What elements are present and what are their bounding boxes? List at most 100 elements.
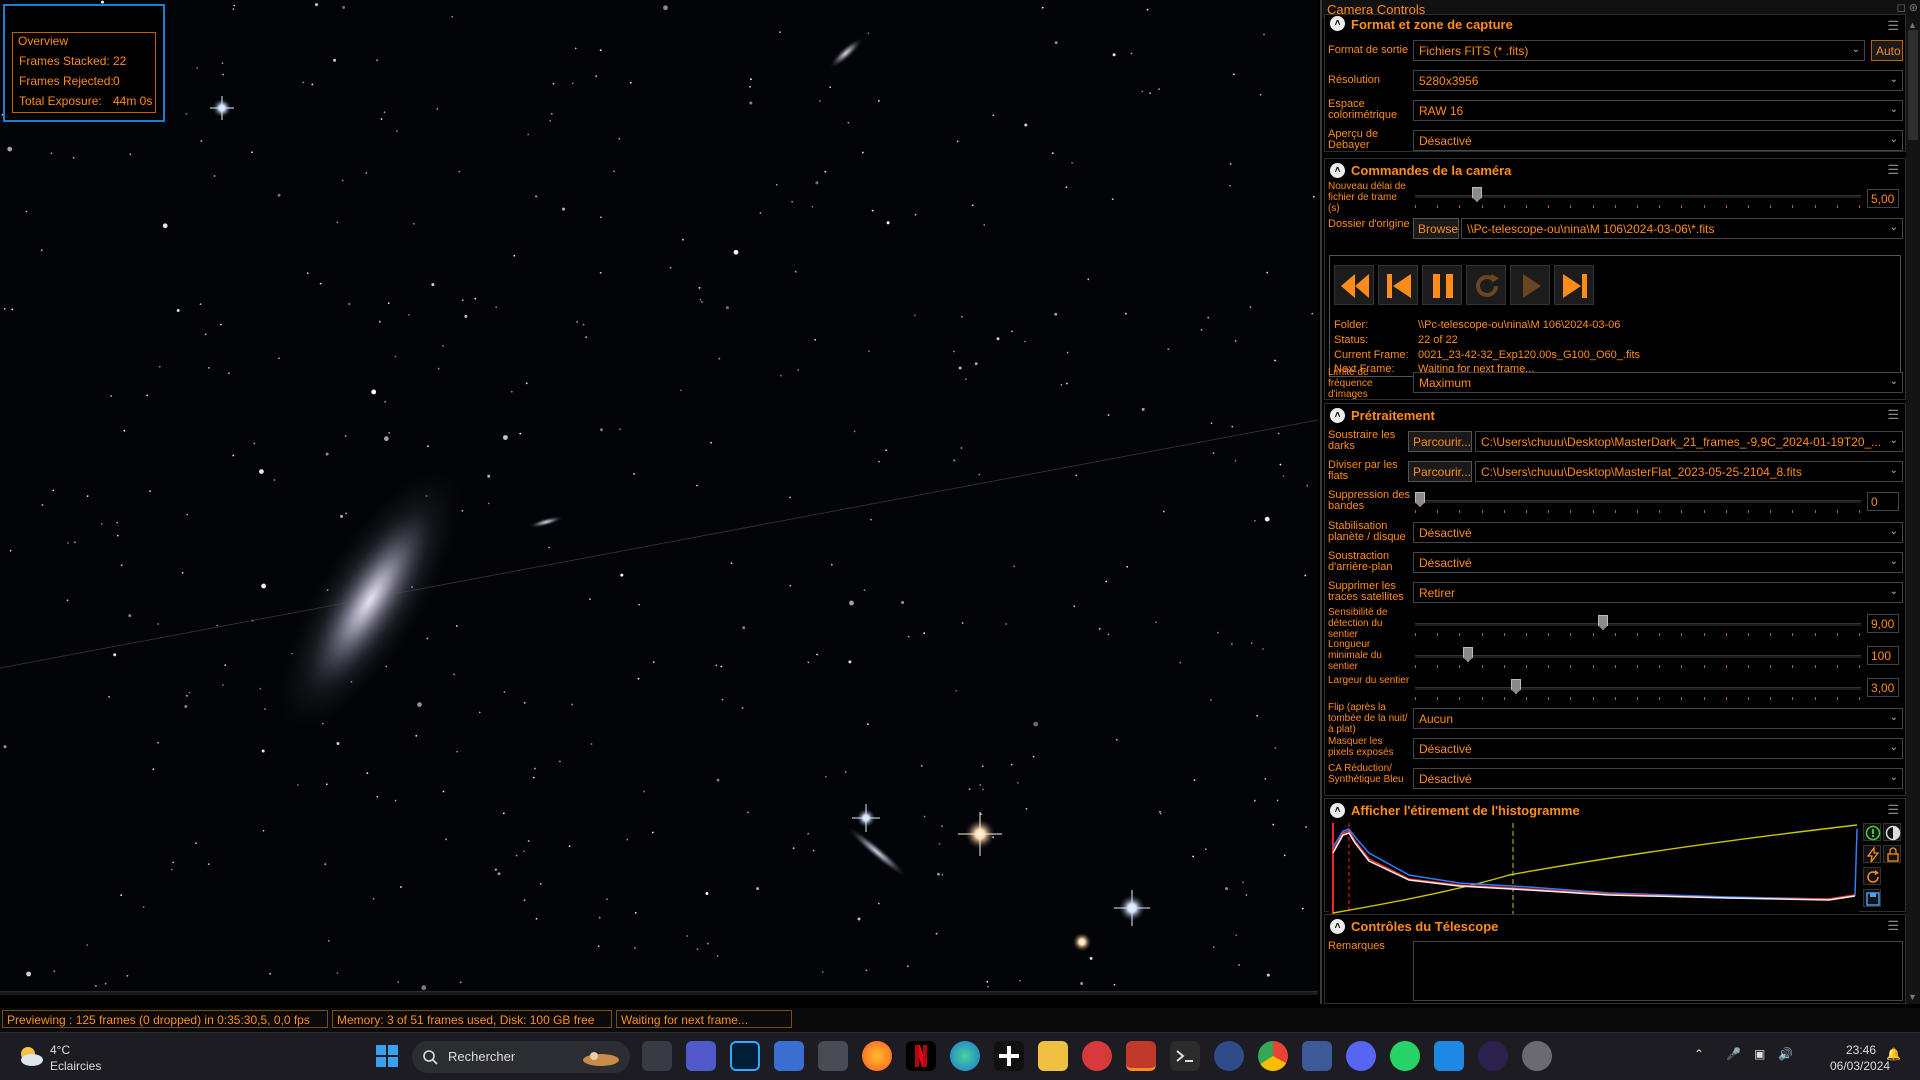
source-folder-select[interactable]: \\Pc-telescope-ou\nina\M 106\2024-03-06\…: [1461, 218, 1903, 239]
slider-thumb[interactable]: [1598, 615, 1608, 630]
rewind-button[interactable]: [1334, 265, 1374, 305]
astro-app-icon[interactable]: [1214, 1041, 1244, 1071]
histogram-lock-button[interactable]: [1883, 845, 1901, 863]
slider-thumb[interactable]: [1415, 492, 1425, 507]
frame-rate-select[interactable]: Maximum ⌄: [1413, 372, 1903, 393]
hot-pixels-select[interactable]: Désactivé ⌄: [1413, 738, 1903, 759]
sharpcap-icon[interactable]: [1126, 1041, 1156, 1071]
scroll-right-icon[interactable]: ▶: [1306, 993, 1314, 995]
camera-section-header[interactable]: ˄ Commandes de la caméra ☰: [1325, 159, 1905, 183]
scroll-left-icon[interactable]: ◀: [4, 993, 12, 995]
preprocessing-section-header[interactable]: ˄ Prétraitement ☰: [1325, 404, 1905, 428]
sensitivity-value[interactable]: 9,00: [1867, 614, 1899, 633]
histogram-flash-button[interactable]: [1863, 845, 1881, 863]
sensitivity-slider[interactable]: [1415, 615, 1861, 637]
flats-browse-button[interactable]: Parcourir...: [1408, 461, 1472, 482]
notification-icon[interactable]: 🔔: [1886, 1047, 1901, 1061]
store-icon[interactable]: [774, 1041, 804, 1071]
trail-width-value[interactable]: 3,00: [1867, 678, 1899, 697]
histogram-plot[interactable]: [1329, 823, 1859, 915]
debayer-select[interactable]: Désactivé ⌄: [1413, 130, 1903, 151]
slider-thumb[interactable]: [1472, 187, 1482, 202]
firefox-icon[interactable]: [862, 1041, 892, 1071]
darks-browse-button[interactable]: Parcourir...: [1408, 431, 1472, 452]
menu-icon[interactable]: ☰: [1887, 18, 1899, 34]
planet-app-icon[interactable]: [1522, 1041, 1552, 1071]
taskbar-search[interactable]: Rechercher: [412, 1041, 630, 1073]
slider-thumb[interactable]: [1463, 647, 1473, 662]
trail-width-slider[interactable]: [1415, 679, 1861, 701]
panel-pin-icon[interactable]: ◻ ⊛: [1897, 1, 1918, 14]
scroll-up-icon[interactable]: ▲: [1908, 20, 1917, 30]
collapse-icon[interactable]: ˄: [1330, 163, 1345, 178]
whatsapp-icon[interactable]: [1390, 1041, 1420, 1071]
plus-app-icon[interactable]: [994, 1041, 1024, 1071]
vnc-icon[interactable]: [1302, 1041, 1332, 1071]
histogram-section-header[interactable]: ˄ Afficher l'étirement de l'histogramme …: [1325, 799, 1905, 823]
collapse-icon[interactable]: ˄: [1330, 408, 1345, 423]
satellite-select[interactable]: Retirer ⌄: [1413, 582, 1903, 603]
network-icon[interactable]: ▣: [1754, 1047, 1765, 1061]
colorspace-select[interactable]: RAW 16 ⌄: [1413, 100, 1903, 121]
menu-icon[interactable]: ☰: [1887, 407, 1899, 423]
ca-reduction-select[interactable]: Désactivé ⌄: [1413, 768, 1903, 789]
volume-icon[interactable]: 🔊: [1778, 1047, 1793, 1061]
slider-thumb[interactable]: [1511, 679, 1521, 694]
calculator-icon[interactable]: [818, 1041, 848, 1071]
file-explorer-icon[interactable]: [1038, 1041, 1068, 1071]
photoshop-icon[interactable]: [730, 1041, 760, 1071]
frame-delay-slider[interactable]: [1415, 187, 1861, 209]
histogram-reset-button[interactable]: [1863, 867, 1881, 885]
menu-icon[interactable]: ☰: [1887, 162, 1899, 178]
netflix-icon[interactable]: [906, 1041, 936, 1071]
scroll-thumb[interactable]: [1908, 30, 1918, 140]
frame-delay-value[interactable]: 5,00: [1867, 189, 1899, 208]
terminal-icon[interactable]: [1170, 1041, 1200, 1071]
edge-icon[interactable]: [950, 1041, 980, 1071]
histogram-save-button[interactable]: [1863, 889, 1881, 907]
task-view-icon[interactable]: [642, 1041, 672, 1071]
format-section-header[interactable]: ˄ Format et zone de capture ☰: [1325, 15, 1905, 39]
horizontal-scrollbar[interactable]: ◀ ▶: [0, 991, 1318, 995]
scroll-down-icon[interactable]: ▼: [1908, 992, 1917, 1002]
panel-scrollbar[interactable]: ▲ ▼: [1906, 18, 1920, 1004]
clock-time[interactable]: 23:46: [1846, 1043, 1876, 1057]
flip-select[interactable]: Aucun ⌄: [1413, 708, 1903, 729]
microphone-icon[interactable]: 🎤: [1726, 1047, 1741, 1061]
start-button[interactable]: [372, 1041, 402, 1071]
auto-button[interactable]: Auto: [1871, 40, 1903, 61]
browse-button[interactable]: Browse: [1413, 218, 1459, 239]
stabilization-select[interactable]: Désactivé ⌄: [1413, 522, 1903, 543]
red-app-icon[interactable]: [1082, 1041, 1112, 1071]
resolution-select[interactable]: 5280x3956 ⌄: [1413, 70, 1903, 91]
min-length-value[interactable]: 100: [1867, 646, 1899, 665]
clock-date[interactable]: 06/03/2024: [1830, 1059, 1890, 1073]
collapse-icon[interactable]: ˄: [1330, 919, 1345, 934]
teams-icon[interactable]: [686, 1041, 716, 1071]
menu-icon[interactable]: ☰: [1887, 918, 1899, 934]
min-length-slider[interactable]: [1415, 647, 1861, 669]
play-button[interactable]: [1510, 265, 1550, 305]
stellarium-icon[interactable]: [1478, 1041, 1508, 1071]
image-viewer[interactable]: ◀ ▶ Overview Frames Stacked: 22 Frames R…: [0, 0, 1318, 995]
collapse-icon[interactable]: ˄: [1330, 803, 1345, 818]
reload-button[interactable]: [1466, 265, 1506, 305]
flats-select[interactable]: C:\Users\chuuu\Desktop\MasterFlat_2023-0…: [1475, 461, 1903, 482]
notes-textarea[interactable]: [1413, 941, 1903, 1001]
collapse-icon[interactable]: ˄: [1330, 16, 1345, 31]
banding-value[interactable]: 0: [1867, 492, 1899, 511]
telescope-section-header[interactable]: ˄ Contrôles du Télescope ☰: [1325, 915, 1905, 939]
discord-icon[interactable]: [1346, 1041, 1376, 1071]
banding-slider[interactable]: [1415, 492, 1861, 514]
chat-app-icon[interactable]: [1434, 1041, 1464, 1071]
skip-forward-button[interactable]: [1554, 265, 1594, 305]
histogram-auto-button[interactable]: [1863, 823, 1881, 841]
weather-widget[interactable]: [16, 1043, 44, 1069]
pause-button[interactable]: [1422, 265, 1462, 305]
histogram-contrast-button[interactable]: [1883, 823, 1901, 841]
previous-button[interactable]: [1378, 265, 1418, 305]
menu-icon[interactable]: ☰: [1887, 802, 1899, 818]
background-select[interactable]: Désactivé ⌄: [1413, 552, 1903, 573]
chrome-icon[interactable]: [1258, 1041, 1288, 1071]
darks-select[interactable]: C:\Users\chuuu\Desktop\MasterDark_21_fra…: [1475, 431, 1903, 452]
